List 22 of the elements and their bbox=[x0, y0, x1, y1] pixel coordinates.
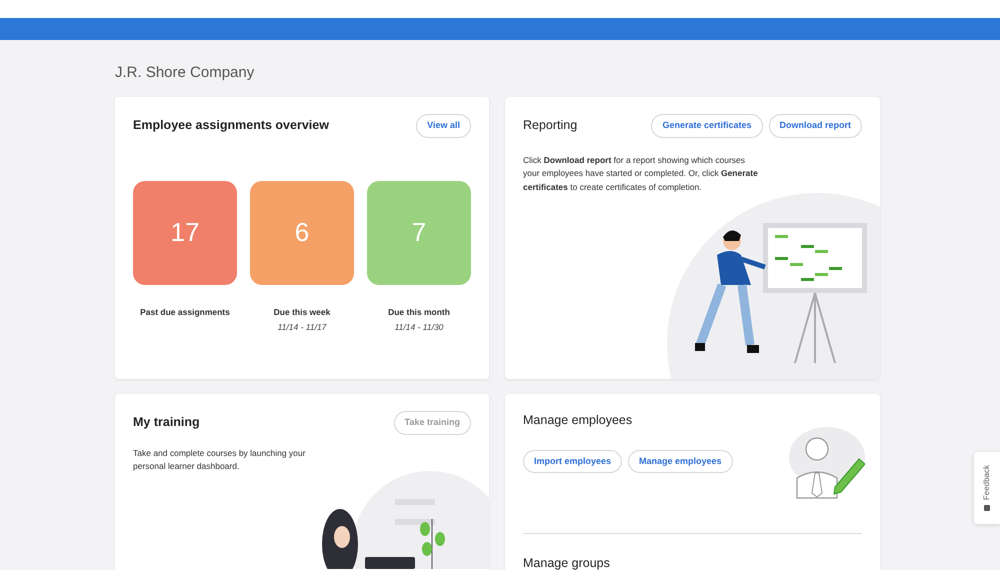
description: Take and complete courses by launching your personal learner dashboard. bbox=[133, 446, 306, 473]
description: Click Download report for a report showing which courses your employees have started or completed. Or, click Generate certificates to create certificates of completion. bbox=[523, 154, 759, 194]
pill-button[interactable]: Import employees bbox=[523, 450, 622, 474]
pill-button[interactable]: Generate certificates bbox=[651, 114, 762, 138]
date-range: 11/14 - 11/17 bbox=[278, 321, 326, 334]
pill-button[interactable]: Download report bbox=[768, 114, 862, 138]
pill-button[interactable]: Manage employees bbox=[628, 450, 733, 474]
feedback-tab[interactable]: Feedback bbox=[974, 452, 1000, 524]
tile-label: Past due assignments bbox=[140, 306, 230, 318]
card-title: My training bbox=[133, 414, 200, 432]
feedback-label: Feedback bbox=[981, 465, 992, 501]
chat-icon bbox=[984, 504, 990, 511]
card-title: Employee assignments overview bbox=[133, 117, 329, 134]
card-title: Manage employees bbox=[523, 412, 634, 429]
section-title: Manage groups bbox=[523, 555, 611, 570]
count-tile[interactable]: 17 bbox=[133, 180, 237, 284]
pill-button[interactable]: View all bbox=[416, 114, 471, 138]
tile-label: Due this month bbox=[388, 306, 450, 318]
tile-label: Due this week bbox=[274, 306, 330, 318]
company-name: J.R. Shore Company bbox=[115, 63, 254, 83]
date-range: 11/14 - 11/30 bbox=[394, 321, 444, 334]
card-title: Reporting bbox=[523, 117, 578, 134]
